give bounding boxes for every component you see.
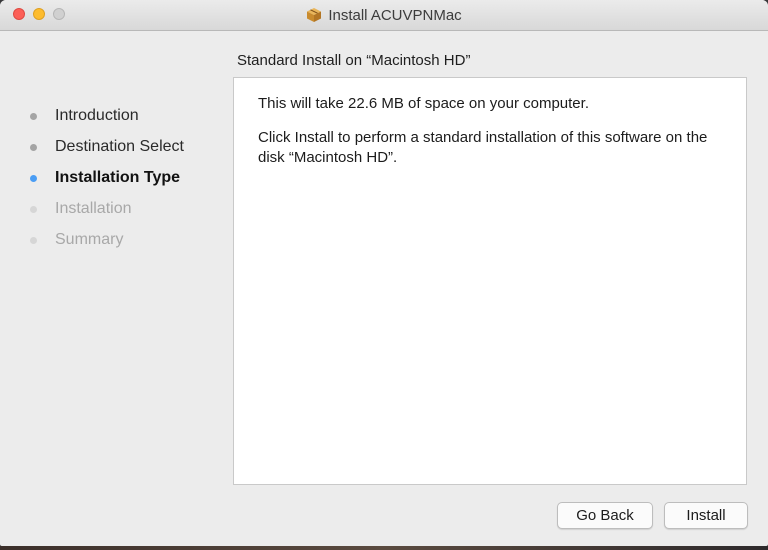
- content-panel: This will take 22.6 MB of space on your …: [233, 77, 747, 485]
- desktop-background-strip: [0, 546, 768, 550]
- step-dot-icon: [30, 237, 37, 244]
- step-dot-icon: [30, 206, 37, 213]
- space-required-text: This will take 22.6 MB of space on your …: [258, 95, 589, 112]
- step-installation: Installation: [26, 198, 226, 229]
- step-destination-select: Destination Select: [26, 136, 226, 167]
- current-step-dot-icon: [30, 175, 37, 182]
- window-title: Install ACUVPNMac: [328, 6, 462, 24]
- step-label: Introduction: [55, 107, 139, 124]
- package-icon: [306, 7, 322, 23]
- title-bar[interactable]: Install ACUVPNMac: [0, 0, 768, 31]
- go-back-button[interactable]: Go Back: [557, 502, 653, 529]
- installer-window: Install ACUVPNMac Standard Install on “M…: [0, 0, 768, 546]
- step-label: Installation Type: [55, 169, 181, 186]
- installer-steps-sidebar: Introduction Destination Select Installa…: [26, 105, 226, 260]
- step-installation-type: Installation Type: [26, 167, 226, 198]
- window-title-group: Install ACUVPNMac: [0, 0, 768, 30]
- step-label: Destination Select: [55, 138, 184, 155]
- step-dot-icon: [30, 144, 37, 151]
- pane-heading: Standard Install on “Macintosh HD”: [237, 52, 471, 69]
- install-button[interactable]: Install: [664, 502, 748, 529]
- step-label: Summary: [55, 231, 124, 248]
- step-introduction: Introduction: [26, 105, 226, 136]
- step-label: Installation: [55, 200, 132, 217]
- step-dot-icon: [30, 113, 37, 120]
- install-instructions-text: Click Install to perform a standard inst…: [258, 129, 708, 166]
- content-text: This will take 22.6 MB of space on your …: [258, 94, 728, 182]
- step-summary: Summary: [26, 229, 226, 260]
